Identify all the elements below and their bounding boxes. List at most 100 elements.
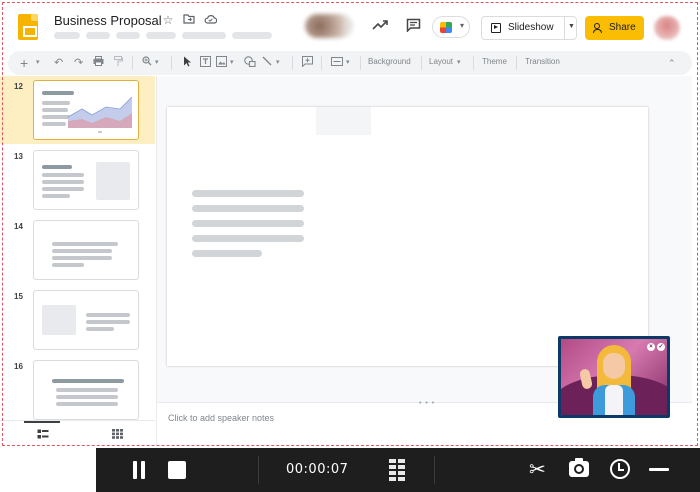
current-slide[interactable] xyxy=(167,107,648,366)
thumb-line xyxy=(42,91,74,95)
screen-recorder-bar: 00:00:07 ✂ xyxy=(96,448,700,492)
slides-logo-icon[interactable] xyxy=(18,14,38,40)
toolbar-divider xyxy=(516,56,517,70)
slide-thumbnail[interactable] xyxy=(33,360,139,420)
filmstrip-slide[interactable]: 15 xyxy=(0,286,155,354)
thumb-line xyxy=(52,379,124,383)
slide-filmstrip: 12 13 14 15 16 xyxy=(0,76,155,420)
background-button[interactable]: Background xyxy=(368,57,411,66)
collaborator-avatar[interactable] xyxy=(305,14,353,38)
add-comment-icon[interactable] xyxy=(302,56,313,70)
move-to-folder-icon[interactable] xyxy=(182,13,196,27)
share-button[interactable]: Share xyxy=(585,16,644,40)
settings-icon[interactable]: ✓ xyxy=(657,343,665,351)
filmstrip-view-icon[interactable] xyxy=(37,429,49,442)
text-line-placeholder xyxy=(192,190,304,197)
chevron-down-icon[interactable]: ▼ xyxy=(568,23,575,30)
redo-icon[interactable]: ↷ xyxy=(74,56,83,70)
chevron-down-icon[interactable]: ▾ xyxy=(230,56,234,70)
menu-item-placeholder[interactable] xyxy=(146,32,176,39)
thumb-line xyxy=(42,122,66,126)
camera-icon[interactable] xyxy=(569,458,589,477)
chevron-down-icon: ▾ xyxy=(459,21,464,30)
new-slide-icon[interactable]: + xyxy=(20,56,28,70)
minimize-icon[interactable] xyxy=(649,468,669,471)
slide-thumbnail[interactable] xyxy=(33,150,139,210)
elapsed-time: 00:00:07 xyxy=(286,462,349,477)
thumb-image-placeholder xyxy=(96,162,130,200)
chevron-down-icon[interactable]: ▾ xyxy=(346,56,350,70)
speaker-notes-placeholder[interactable]: Click to add speaker notes xyxy=(168,413,274,423)
webcam-overlay[interactable]: × ✓ xyxy=(558,336,670,418)
menu-item-placeholder[interactable] xyxy=(182,32,226,39)
menu-item-placeholder[interactable] xyxy=(86,32,110,39)
text-line-placeholder xyxy=(192,220,304,227)
notes-resize-handle[interactable]: • • • xyxy=(419,400,435,407)
stop-icon[interactable] xyxy=(168,461,186,479)
menu-bar xyxy=(54,32,272,39)
text-box-icon[interactable] xyxy=(200,56,211,70)
zoom-icon[interactable] xyxy=(142,56,152,70)
thumb-line xyxy=(42,173,84,177)
toolbar-divider xyxy=(473,56,474,70)
share-label: Share xyxy=(609,22,636,33)
thumb-line xyxy=(52,242,118,246)
toolbar-divider xyxy=(132,56,133,70)
scissors-icon[interactable]: ✂ xyxy=(529,458,546,482)
image-icon[interactable] xyxy=(216,56,227,70)
menu-item-placeholder[interactable] xyxy=(54,32,80,39)
menu-item-placeholder[interactable] xyxy=(116,32,140,39)
text-line-placeholder xyxy=(192,250,262,257)
share-people-icon xyxy=(593,23,605,33)
chevron-down-icon[interactable]: ▾ xyxy=(155,56,159,70)
active-view-indicator xyxy=(24,421,60,423)
chevron-down-icon[interactable]: ▾ xyxy=(276,56,280,70)
filmstrip-slide[interactable]: 14 xyxy=(0,216,155,284)
chevron-down-icon[interactable]: ▾ xyxy=(36,56,40,70)
slide-number: 14 xyxy=(14,222,23,231)
close-icon[interactable]: × xyxy=(647,343,655,351)
pause-icon[interactable] xyxy=(132,461,146,479)
slide-thumbnail[interactable] xyxy=(33,290,139,350)
slides-app: Business Proposal ☆ ▾ Slideshow ▼ Share … xyxy=(0,0,700,448)
layout-button[interactable]: Layout xyxy=(429,57,453,66)
grid-view-icon[interactable] xyxy=(112,429,123,442)
thumb-line xyxy=(86,327,114,331)
alarm-icon[interactable] xyxy=(610,459,630,479)
cloud-saved-icon[interactable] xyxy=(203,13,217,27)
thumb-line xyxy=(52,256,112,260)
account-avatar[interactable] xyxy=(654,16,680,40)
star-icon[interactable]: ☆ xyxy=(161,13,175,27)
slideshow-button[interactable]: Slideshow ▼ xyxy=(481,16,577,40)
activity-trend-icon[interactable] xyxy=(371,18,389,34)
meet-button[interactable]: ▾ xyxy=(432,16,470,38)
menu-item-placeholder[interactable] xyxy=(232,32,272,39)
thumb-line xyxy=(98,131,102,133)
slide-number: 13 xyxy=(14,152,23,161)
paint-format-icon[interactable] xyxy=(114,56,123,70)
select-cursor-icon[interactable] xyxy=(183,56,192,70)
print-icon[interactable] xyxy=(93,56,104,70)
slideshow-label: Slideshow xyxy=(508,22,554,33)
toolbar-divider xyxy=(421,56,422,70)
filmstrip-slide[interactable]: 13 xyxy=(0,146,155,214)
line-icon[interactable] xyxy=(262,56,272,70)
format-options-icon[interactable] xyxy=(331,56,343,70)
collapse-chevron-icon[interactable]: ⌃ xyxy=(668,56,676,70)
thumb-line xyxy=(42,194,70,198)
drag-handle-icon[interactable] xyxy=(389,459,407,481)
shape-icon[interactable] xyxy=(244,56,256,70)
slide-thumbnail[interactable] xyxy=(33,80,139,140)
title-placeholder[interactable] xyxy=(316,107,371,135)
present-icon xyxy=(491,23,501,33)
chevron-down-icon[interactable]: ▾ xyxy=(457,56,461,70)
filmstrip-slide[interactable]: 16 xyxy=(0,356,155,424)
filmstrip-slide[interactable]: 12 xyxy=(0,76,155,144)
slide-thumbnail[interactable] xyxy=(33,220,139,280)
transition-button[interactable]: Transition xyxy=(525,57,560,66)
document-title[interactable]: Business Proposal xyxy=(54,13,162,28)
comment-icon[interactable] xyxy=(404,18,422,34)
divider xyxy=(434,456,435,484)
theme-button[interactable]: Theme xyxy=(482,57,507,66)
undo-icon[interactable]: ↶ xyxy=(54,56,63,70)
